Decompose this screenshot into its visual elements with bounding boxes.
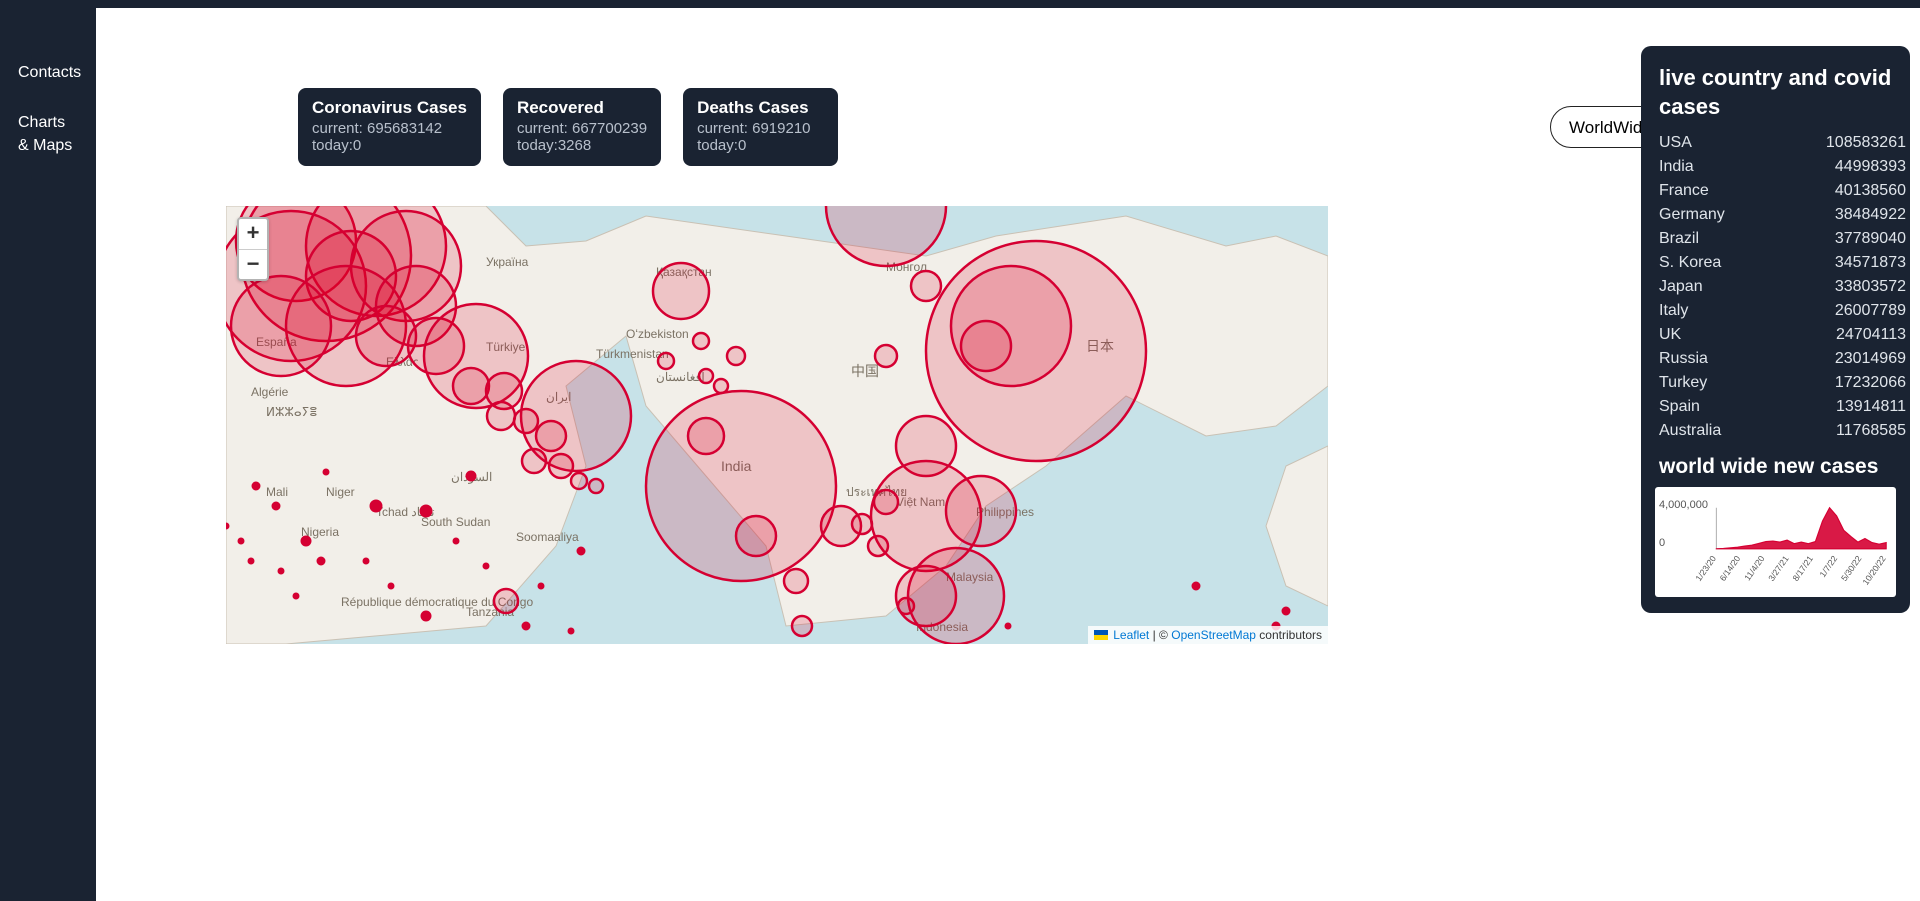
live-row: Japan33803572: [1659, 275, 1906, 299]
svg-text:3/27/21: 3/27/21: [1766, 554, 1791, 583]
live-row: Russia23014969: [1659, 347, 1906, 371]
svg-text:Soomaaliya: Soomaaliya: [516, 530, 579, 544]
svg-text:1/7/22: 1/7/22: [1817, 554, 1839, 579]
map-zoom-controls: + −: [237, 217, 269, 281]
live-row: Brazil37789040: [1659, 227, 1906, 251]
stat-current: current: 695683142: [312, 120, 467, 137]
live-cases-panel: live country and covid cases USA10858326…: [1641, 46, 1910, 613]
sidebar-item-charts-maps[interactable]: Charts & Maps: [0, 112, 96, 157]
map-svg: España Україна Ελλάς Türkiye Қазақстан O…: [226, 206, 1328, 644]
stat-today: today:0: [312, 137, 467, 154]
live-row: France40138560: [1659, 179, 1906, 203]
svg-text:Oʻzbekiston: Oʻzbekiston: [626, 327, 689, 341]
osm-link[interactable]: OpenStreetMap: [1171, 628, 1256, 642]
live-row: Italy26007789: [1659, 299, 1906, 323]
stat-card-cases: Coronavirus Cases current: 695683142 tod…: [298, 88, 481, 166]
svg-text:South Sudan: South Sudan: [421, 515, 490, 529]
ukraine-flag-icon: [1094, 630, 1108, 640]
svg-text:11/4/20: 11/4/20: [1742, 554, 1766, 583]
map-zoom-out-button[interactable]: −: [239, 249, 267, 279]
svg-text:Algérie: Algérie: [251, 385, 289, 399]
covid-map[interactable]: España Україна Ελλάς Türkiye Қазақстан O…: [226, 206, 1328, 644]
svg-text:5/30/22: 5/30/22: [1839, 554, 1864, 583]
svg-text:1/23/20: 1/23/20: [1693, 554, 1718, 583]
live-row: India44998393: [1659, 155, 1906, 179]
chart-title: world wide new cases: [1641, 449, 1910, 487]
new-cases-chart: 4,000,000 0 1/23/206/14/2011/4/203/27/21…: [1655, 487, 1896, 597]
stat-today: today:3268: [517, 137, 647, 154]
live-row: S. Korea34571873: [1659, 251, 1906, 275]
stat-title: Coronavirus Cases: [312, 98, 467, 118]
svg-text:Mali: Mali: [266, 485, 288, 499]
svg-text:6/14/20: 6/14/20: [1718, 554, 1743, 583]
svg-text:10/20/22: 10/20/22: [1860, 554, 1887, 587]
live-country-list[interactable]: USA108583261India44998393France40138560G…: [1641, 131, 1910, 449]
chart-ylabel: 0: [1659, 537, 1665, 549]
svg-text:Niger: Niger: [326, 485, 355, 499]
stat-title: Recovered: [517, 98, 647, 118]
live-row: Spain13914811: [1659, 395, 1906, 419]
live-row: Australia11768585: [1659, 419, 1906, 443]
live-row: UK24704113: [1659, 323, 1906, 347]
live-row: Turkey17232066: [1659, 371, 1906, 395]
stat-card-recovered: Recovered current: 667700239 today:3268: [503, 88, 661, 166]
sidebar: Contacts Charts & Maps: [0, 8, 96, 901]
live-row: USA108583261: [1659, 131, 1906, 155]
map-attribution: Leaflet | © OpenStreetMap contributors: [1088, 626, 1328, 644]
svg-text:中国: 中国: [851, 363, 879, 379]
stat-card-deaths: Deaths Cases current: 6919210 today:0: [683, 88, 838, 166]
svg-text:افغانستان: افغانستان: [656, 370, 705, 384]
stat-today: today:0: [697, 137, 824, 154]
sidebar-item-contacts[interactable]: Contacts: [0, 62, 96, 84]
stat-current: current: 667700239: [517, 120, 647, 137]
main-content: Coronavirus Cases current: 695683142 tod…: [96, 8, 1920, 901]
map-zoom-in-button[interactable]: +: [239, 219, 267, 249]
svg-text:8/17/21: 8/17/21: [1790, 554, 1815, 583]
svg-text:ⵍⵣⵣⴰⵢⴻ: ⵍⵣⵣⴰⵢⴻ: [266, 405, 317, 419]
live-row: Germany38484922: [1659, 203, 1906, 227]
leaflet-link[interactable]: Leaflet: [1113, 628, 1149, 642]
svg-text:Україна: Україна: [486, 255, 529, 269]
stat-title: Deaths Cases: [697, 98, 824, 118]
chart-ylabel: 4,000,000: [1659, 499, 1708, 511]
live-panel-title: live country and covid cases: [1641, 64, 1910, 131]
stat-current: current: 6919210: [697, 120, 824, 137]
